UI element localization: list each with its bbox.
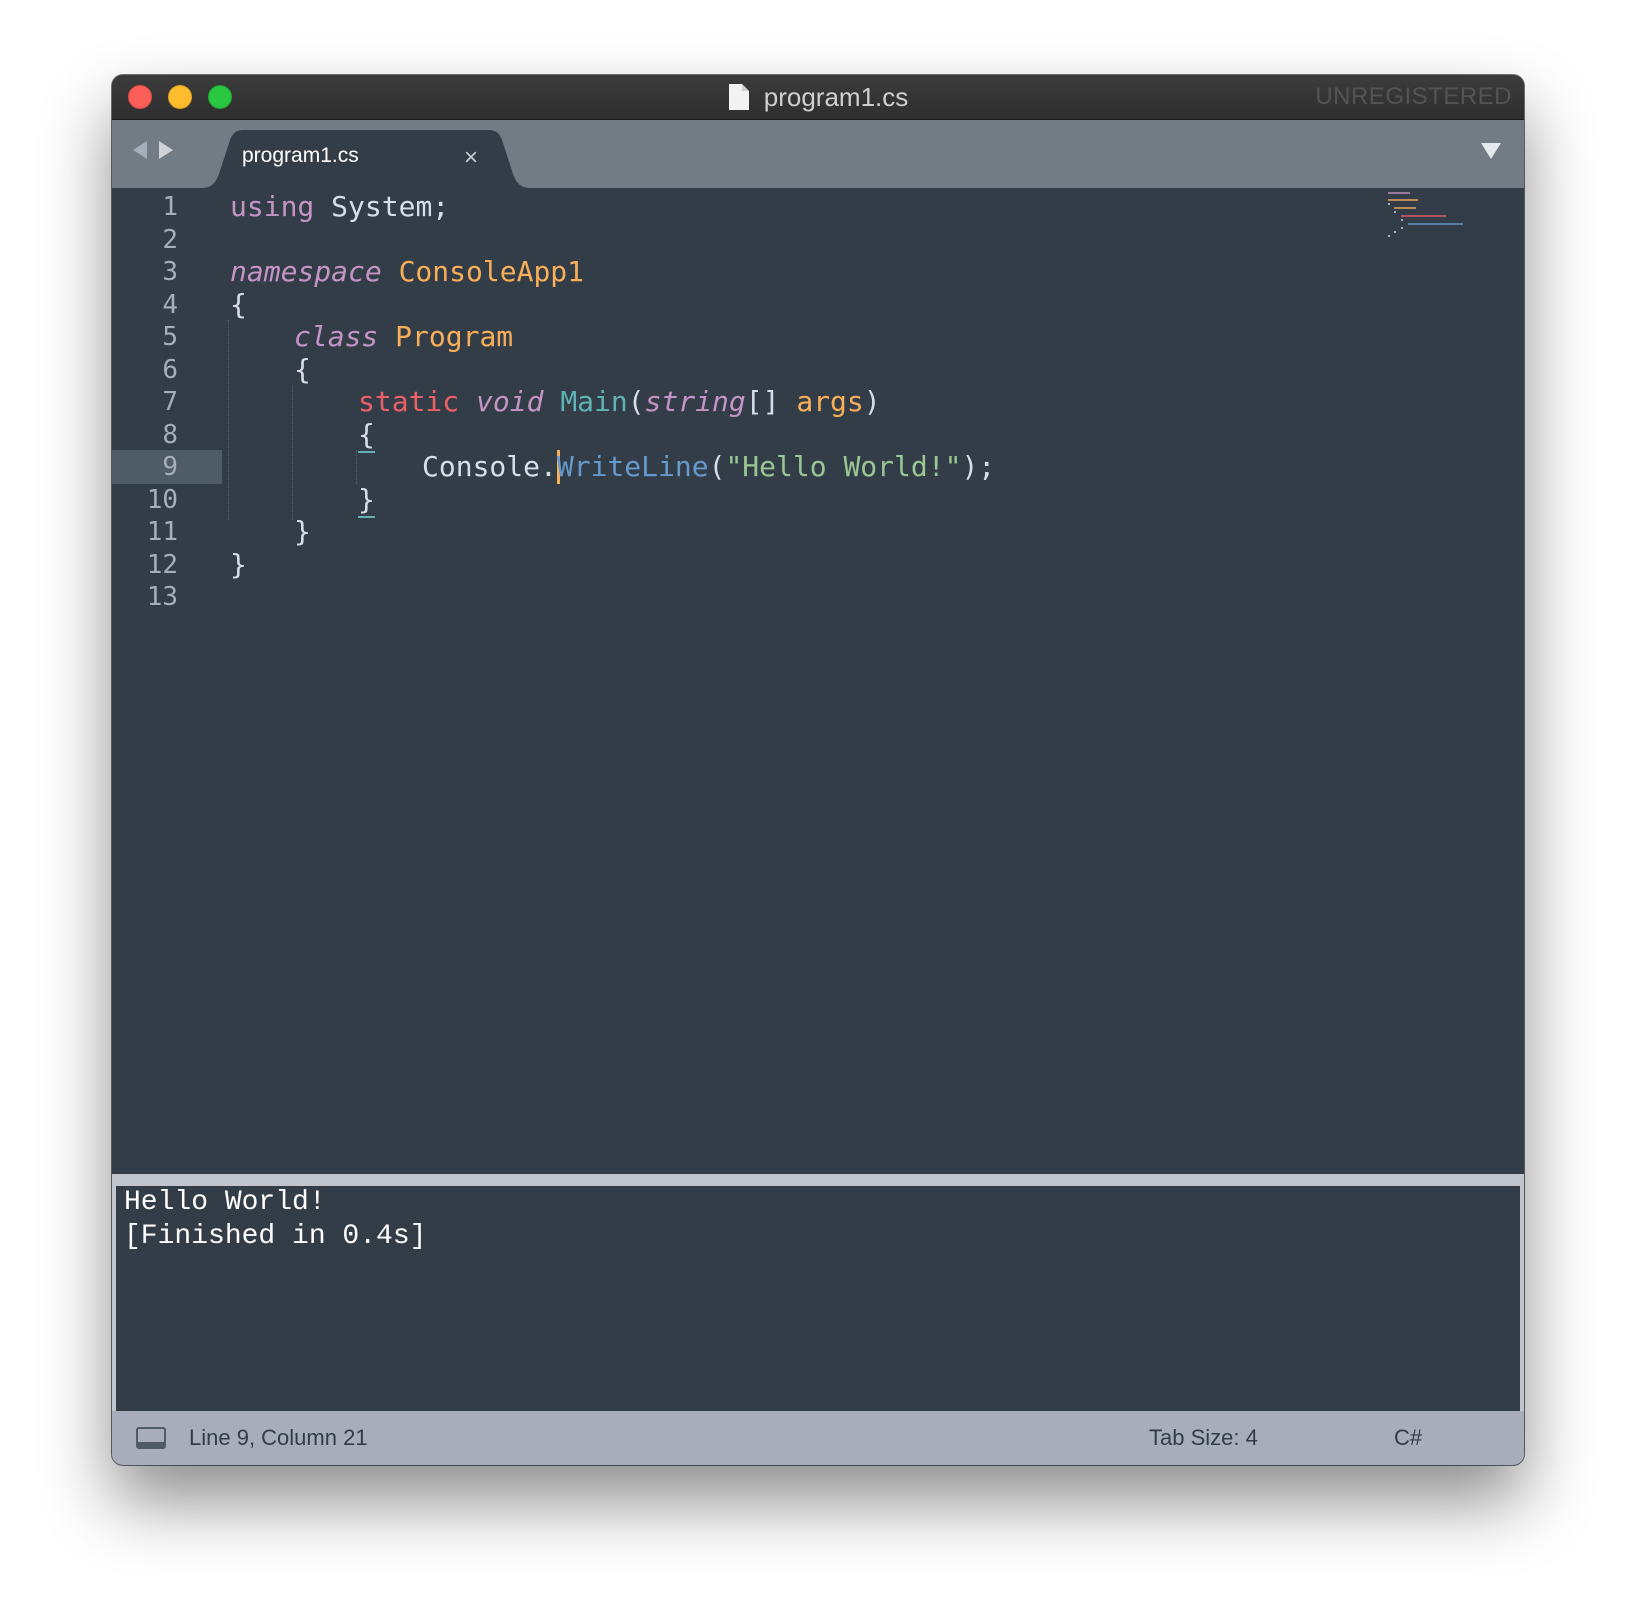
unregistered-label: UNREGISTERED [1315, 83, 1512, 110]
tab-size-selector[interactable]: Tab Size: 4 [1149, 1425, 1258, 1451]
line-number: 3 [162, 257, 178, 287]
close-tab-icon[interactable]: × [464, 146, 478, 170]
syntax-selector[interactable]: C# [1394, 1425, 1422, 1451]
line-number: 4 [162, 290, 178, 320]
code-line-11: } [294, 515, 311, 549]
namespace-name: ConsoleApp1 [398, 255, 585, 288]
brace: } [294, 515, 311, 548]
output-line: [Finished in 0.4s] [124, 1221, 427, 1252]
namespace-ref: System; [314, 190, 450, 223]
tab-bar: program1.cs × [112, 120, 1524, 188]
line-number: 12 [146, 550, 178, 580]
line-number: 10 [146, 485, 178, 515]
code-line-4: { [230, 288, 247, 322]
object-ref: Console. [422, 450, 557, 483]
code-line-1: using System; [230, 190, 449, 224]
matched-brace: } [358, 483, 375, 518]
paren: ); [961, 450, 996, 483]
line-number: 7 [162, 387, 178, 417]
indent-guide [292, 385, 293, 520]
keyword-using: using [230, 190, 315, 223]
type-string: string [644, 385, 746, 418]
brace: { [294, 353, 311, 386]
code-editor[interactable]: 1 2 3 4 5 6 7 8 9 10 11 12 13 using Syst… [112, 188, 1524, 1174]
tab-label: program1.cs [242, 144, 359, 167]
line-number: 11 [146, 517, 178, 547]
editor-window: program1.cs UNREGISTERED program1.cs × 1 [112, 75, 1524, 1465]
code-line-12: } [230, 548, 247, 582]
tab-menu-dropdown-icon[interactable] [1480, 142, 1502, 165]
tab-program1[interactable]: program1.cs × [202, 130, 542, 188]
minimap[interactable] [1386, 190, 1476, 240]
code-line-6: { [294, 353, 311, 387]
window-title-group: program1.cs [112, 75, 1524, 119]
keyword-namespace: namespace [230, 255, 382, 288]
title-bar: program1.cs UNREGISTERED [112, 75, 1524, 120]
method-name: WriteLine [556, 450, 709, 483]
line-number: 9 [162, 452, 178, 482]
active-line-number: 9 [112, 450, 222, 484]
code-line-5: class Program [294, 320, 513, 354]
document-icon [728, 84, 749, 110]
paren: ) [863, 385, 881, 418]
output-line: Hello World! [124, 1187, 326, 1218]
function-name: Main [560, 385, 628, 418]
code-line-7: static void Main(string[] args) [358, 385, 881, 419]
parameter-name: args [796, 385, 864, 418]
status-bar: Line 9, Column 21 Tab Size: 4 C# [112, 1411, 1524, 1465]
paren: ( [708, 450, 726, 483]
paren: ( [627, 385, 645, 418]
brace: } [230, 548, 247, 581]
line-number-gutter: 1 2 3 4 5 6 7 8 9 10 11 12 13 [112, 188, 222, 1174]
matched-brace: { [358, 418, 375, 453]
line-number: 2 [162, 225, 178, 255]
line-number: 13 [146, 582, 178, 612]
next-tab-icon[interactable] [158, 140, 174, 165]
keyword-static: static [358, 385, 460, 418]
brace: { [230, 288, 247, 321]
line-number: 6 [162, 355, 178, 385]
cursor-position: Line 9, Column 21 [189, 1425, 368, 1450]
tab-navigation [132, 140, 174, 165]
string-literal: "Hello World!" [725, 450, 962, 483]
keyword-void: void [476, 385, 544, 418]
keyword-class: class [294, 320, 379, 353]
line-number: 5 [162, 322, 178, 352]
code-line-9: Console.WriteLine("Hello World!"); [422, 450, 995, 484]
previous-tab-icon[interactable] [132, 140, 148, 165]
line-number: 1 [162, 192, 178, 222]
indent-guide [356, 450, 357, 484]
class-name: Program [395, 320, 514, 353]
panel-toggle-icon[interactable] [136, 1427, 166, 1449]
code-line-3: namespace ConsoleApp1 [230, 255, 584, 289]
code-line-10: } [358, 483, 375, 518]
array-brackets: [] [745, 385, 797, 418]
indent-guide [228, 320, 229, 520]
code-line-8: { [358, 418, 375, 453]
window-title: program1.cs [763, 81, 909, 112]
line-number: 8 [162, 420, 178, 450]
